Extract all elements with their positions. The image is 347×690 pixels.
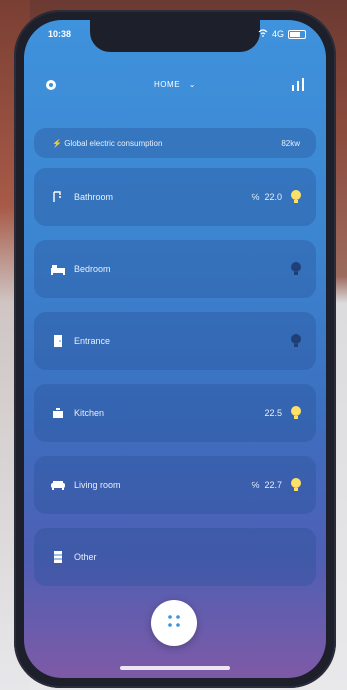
room-card-other[interactable]: Other [34,528,316,586]
lightbulb-icon[interactable] [290,477,302,493]
bed-icon [50,262,66,276]
network-label: 4G [271,29,284,39]
pot-icon [50,406,66,420]
lightbulb-icon[interactable] [290,189,302,205]
grid-icon [166,613,182,634]
home-indicator[interactable] [120,666,230,670]
wifi-icon [258,29,268,39]
lightbulb-icon[interactable] [290,333,302,349]
global-consumption-card[interactable]: ⚡ Global electric consumption 82kw [34,128,316,158]
chevron-down-icon: ⌄ [188,80,196,89]
room-name: Other [74,552,97,562]
status-time: 10:38 [48,29,72,39]
room-name: Living room [74,480,121,490]
phone-frame: 10:38 4G HOME ⌄ ⚡ Global electric consum… [14,10,336,688]
lightbulb-icon[interactable] [290,405,302,421]
bolt-icon: ⚡ [52,139,65,148]
room-temperature: ℅ 22.0 [251,192,282,202]
sofa-icon [50,478,66,492]
room-name: Bathroom [74,192,114,202]
lightbulb-icon[interactable] [290,261,302,277]
battery-icon [288,29,306,39]
status-right: 4G [258,29,306,39]
home-selector[interactable]: HOME ⌄ [24,80,326,89]
room-temperature: ℅ 22.7 [251,480,282,490]
status-bar: 10:38 4G [24,26,326,46]
app-screen: 10:38 4G HOME ⌄ ⚡ Global electric consum… [24,20,326,678]
room-name: Kitchen [74,408,105,418]
room-name: Entrance [74,336,111,346]
room-temperature: 22.5 [264,408,282,418]
room-card-entrance[interactable]: Entrance [34,312,316,370]
global-consumption-label: ⚡ Global electric consumption [52,139,163,148]
cabinet-icon [50,550,66,564]
home-label: HOME [154,80,181,89]
bar-chart-icon[interactable] [290,76,308,94]
apps-grid-button[interactable] [151,600,197,646]
room-card-kitchen[interactable]: Kitchen 22.5 [34,384,316,442]
shower-icon [50,190,66,204]
room-card-bathroom[interactable]: Bathroom ℅ 22.0 [34,168,316,226]
room-card-living-room[interactable]: Living room ℅ 22.7 [34,456,316,514]
global-consumption-value: 82kw [281,139,300,148]
app-bar: HOME ⌄ [24,76,326,100]
room-name: Bedroom [74,264,111,274]
room-card-bedroom[interactable]: Bedroom [34,240,316,298]
door-icon [50,334,66,348]
